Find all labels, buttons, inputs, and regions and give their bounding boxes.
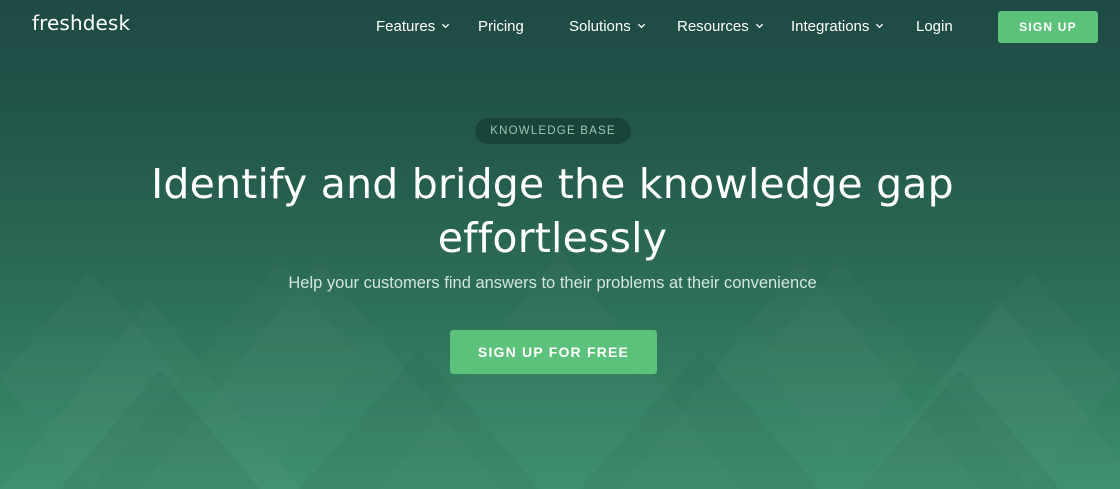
hero-subtext: Help your customers find answers to thei…	[288, 274, 817, 292]
chevron-down-icon	[755, 23, 763, 29]
nav-item-label: Solutions	[569, 18, 631, 35]
nav-item-pricing[interactable]: Pricing	[478, 18, 524, 35]
nav-item-label: Features	[376, 18, 436, 35]
navbar: freshdesk Features Pricing Solutions Res…	[0, 0, 1120, 56]
nav-item-login[interactable]: Login	[916, 18, 953, 35]
nav-item-integrations[interactable]: Integrations	[791, 18, 884, 35]
chevron-down-icon	[876, 23, 884, 29]
section-badge: KNOWLEDGE BASE	[475, 118, 631, 144]
nav-item-solutions[interactable]: Solutions	[569, 18, 646, 35]
nav-item-resources[interactable]: Resources	[677, 18, 764, 35]
hero-headline-line1: Identify and bridge the knowledge gap	[151, 160, 954, 208]
nav-item-features[interactable]: Features	[376, 18, 450, 35]
nav-item-label: Pricing	[478, 18, 524, 35]
nav-item-label: Resources	[677, 18, 749, 35]
chevron-down-icon	[442, 23, 450, 29]
page: freshdesk Features Pricing Solutions Res…	[0, 0, 1120, 489]
hero-headline: Identify and bridge the knowledge gap ef…	[60, 157, 1045, 265]
nav-item-label: Integrations	[791, 18, 870, 35]
sign-up-for-free-button[interactable]: SIGN UP FOR FREE	[450, 330, 657, 374]
chevron-down-icon	[637, 23, 645, 29]
freshdesk-logo[interactable]: freshdesk	[32, 11, 130, 35]
nav-item-label: Login	[916, 18, 953, 35]
hero-headline-line2: effortlessly	[437, 214, 668, 262]
sign-up-button[interactable]: SIGN UP	[998, 11, 1098, 43]
